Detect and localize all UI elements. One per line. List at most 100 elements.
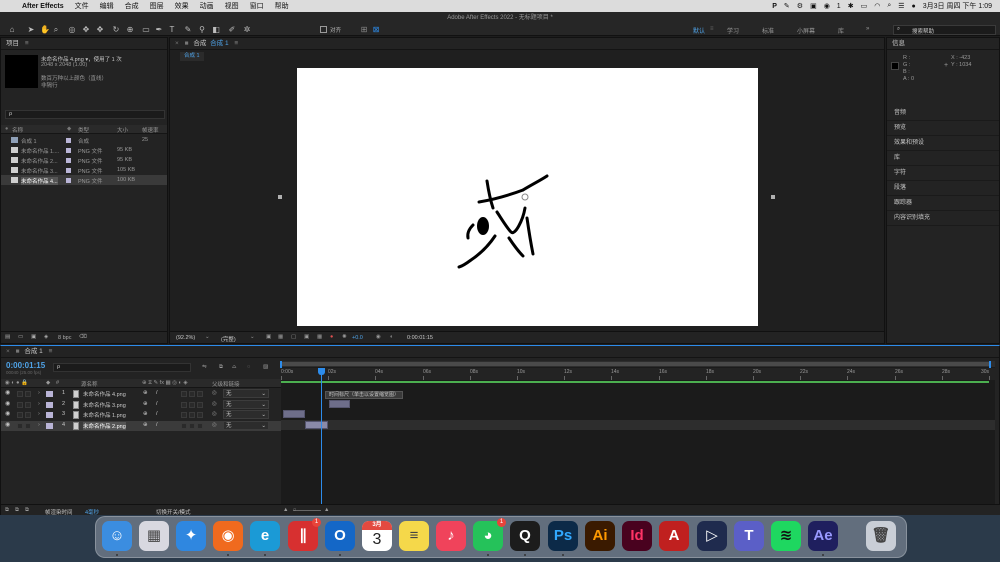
qq-icon[interactable]: Q — [510, 521, 540, 551]
pen-tool-icon[interactable]: ✒ — [155, 26, 163, 34]
quality-switch-icon[interactable]: / — [156, 422, 158, 428]
av-switches-icons[interactable]: ◉ ◐ ● 🔒 — [5, 380, 28, 386]
fx-switch[interactable] — [181, 391, 187, 397]
playhead-handle[interactable] — [318, 368, 325, 375]
photoshop-icon[interactable]: Ps — [548, 521, 578, 551]
motion-blur-switch[interactable] — [189, 391, 195, 397]
menu-help[interactable]: 帮助 — [275, 1, 289, 11]
bpc-label[interactable]: 8 bpc — [58, 335, 71, 341]
shy-switch-icon[interactable]: ⊕ — [143, 422, 149, 428]
help-search-input[interactable]: ⌕ 搜索帮助 — [893, 25, 996, 35]
audio-switch[interactable] — [17, 401, 23, 408]
zoom-tool-icon[interactable]: ⌕ — [52, 26, 60, 34]
visibility-eye-icon[interactable]: ◉ — [5, 390, 12, 397]
label-swatch[interactable] — [66, 168, 71, 173]
panel-audio[interactable]: 音频 — [887, 106, 999, 121]
zoom-chevron-icon[interactable]: ⌄ — [205, 334, 210, 340]
dolly-tool-icon[interactable]: ✥ — [96, 26, 104, 34]
parent-pick-whip-icon[interactable]: ◎ — [212, 411, 217, 417]
menu-composition[interactable]: 合成 — [125, 1, 139, 11]
wechat-status-icon[interactable]: ◉ — [824, 2, 830, 10]
workspace-standard[interactable]: 标准 — [762, 26, 774, 35]
comp-canvas[interactable] — [297, 68, 758, 326]
project-search-input[interactable]: ρ — [5, 110, 165, 119]
graph-editor-icon[interactable]: ▨ — [263, 364, 268, 370]
panel-effects-presets[interactable]: 效果和预设 — [887, 136, 999, 151]
comp-tab-prefix[interactable]: 合成 — [193, 40, 206, 47]
solo-switch[interactable] — [25, 412, 31, 418]
new-comp-icon[interactable]: ▣ — [31, 334, 36, 340]
calendar-icon[interactable]: 3月 3 — [362, 521, 392, 551]
audio-switch[interactable] — [17, 391, 23, 397]
layer-label-color[interactable] — [46, 412, 53, 418]
trash-icon[interactable]: ⌫ — [79, 334, 87, 340]
firefox-icon[interactable]: ◉ — [213, 521, 243, 551]
rectangle-tool-icon[interactable]: ▭ — [142, 26, 150, 34]
transparency-grid-icon[interactable]: ▦ — [278, 334, 283, 340]
workspace-learn[interactable]: 学习 — [727, 26, 739, 35]
fx-switch[interactable] — [181, 412, 187, 418]
comp-subtab[interactable]: 合成 1 — [180, 52, 204, 61]
expand-switches-icon[interactable]: ⧉ — [15, 507, 19, 514]
layer-bar-4[interactable] — [305, 421, 328, 429]
workspace-library[interactable]: 库 — [838, 26, 844, 35]
finder-icon[interactable]: ☺ — [102, 521, 132, 551]
timeline-graph-area[interactable]: 0:00s 02s 04s 06s 08s 10s 12s 14s 16s 18s 20s 22s 24… — [280, 361, 995, 513]
timeline-timecode[interactable]: 0:00:01:15 — [6, 361, 45, 370]
shy-switch-icon[interactable]: ⊕ — [143, 390, 149, 396]
parent-dropdown[interactable]: 无 ⌄ — [223, 420, 269, 430]
quality-switch-icon[interactable]: / — [156, 390, 158, 396]
parent-pick-whip-icon[interactable]: ◎ — [212, 422, 217, 428]
mask-icon[interactable]: ▢ — [291, 334, 296, 340]
menu-layer[interactable]: 图层 — [150, 1, 164, 11]
label-swatch[interactable] — [66, 178, 71, 183]
bag-status-icon[interactable]: ▣ — [810, 2, 817, 10]
timeline-menu-icon[interactable]: ≡ — [49, 348, 53, 355]
shy-icon[interactable]: ⌓ — [232, 364, 236, 371]
hand-tool-icon[interactable]: ✋ — [40, 26, 50, 34]
layer-name[interactable]: 未命名作品 2.png — [83, 421, 126, 430]
timeline-layer-row[interactable]: ◉ › 3 未命名作品 1.png ⊕ / ◎ 无 ⌄ — [1, 410, 281, 420]
spotify-icon[interactable]: ≋ — [771, 521, 801, 551]
color-channel-icon[interactable]: ● — [330, 334, 333, 340]
music-icon[interactable]: ♪ — [436, 521, 466, 551]
workspace-small-screen[interactable]: 小屏幕 — [797, 26, 815, 35]
exposure-icon[interactable]: ✺ — [342, 334, 347, 340]
solo-switch[interactable] — [25, 391, 31, 397]
battery-icon[interactable]: ▭ — [861, 2, 868, 10]
viewer-timecode[interactable]: 0:00:01:15 — [407, 335, 433, 341]
handle-left[interactable] — [278, 195, 282, 199]
indesign-icon[interactable]: Id — [622, 521, 652, 551]
workspace-menu-icon[interactable]: ≡ — [710, 26, 714, 32]
launchpad-icon[interactable]: ▦ — [139, 521, 169, 551]
timeline-close-icon[interactable]: × — [6, 348, 10, 355]
parent-dropdown[interactable]: 无 ⌄ — [223, 410, 269, 419]
zoom-in-icon[interactable]: ▲ — [324, 507, 329, 513]
home-icon[interactable]: ⌂ — [8, 26, 16, 34]
panel-paragraph[interactable]: 段落 — [887, 181, 999, 196]
col-size[interactable]: 大小 — [117, 126, 128, 134]
safari-icon[interactable]: ✦ — [176, 521, 206, 551]
menu-edit[interactable]: 编辑 — [100, 1, 114, 11]
project-tab[interactable]: 项目 — [6, 40, 19, 47]
snap-icon[interactable]: ⊞ — [360, 26, 368, 34]
zoom-out-icon[interactable]: ▲ — [283, 507, 288, 513]
zoom-slider-thumb[interactable]: ○ — [293, 507, 296, 513]
motion-blur-switch[interactable] — [189, 422, 195, 429]
fx-switch[interactable] — [181, 401, 187, 408]
adjustment-switch[interactable] — [197, 391, 203, 397]
anchor-point[interactable] — [521, 193, 529, 201]
notification-count[interactable]: 1 — [837, 3, 841, 10]
close-tab-icon[interactable]: × — [175, 40, 179, 47]
siri-icon[interactable]: ● — [912, 3, 916, 10]
after-effects-icon[interactable]: Ae — [808, 521, 838, 551]
show-snapshot-icon[interactable]: ◐ — [390, 334, 393, 340]
label-swatch[interactable] — [66, 138, 71, 143]
snapshot-icon[interactable]: ◉ — [376, 334, 381, 340]
edge-icon[interactable]: e — [250, 521, 280, 551]
puppet-tool-icon[interactable]: ✲ — [243, 26, 251, 34]
wechat-icon[interactable]: ◕ 1 — [473, 518, 506, 551]
teams-icon[interactable]: T — [734, 521, 764, 551]
comp-tab-name[interactable]: 合成 1 — [210, 40, 228, 47]
timeline-layer-row[interactable]: ◉ › 2 未命名作品 3.png ⊕ / ◎ 无 ⌄ — [1, 399, 281, 410]
